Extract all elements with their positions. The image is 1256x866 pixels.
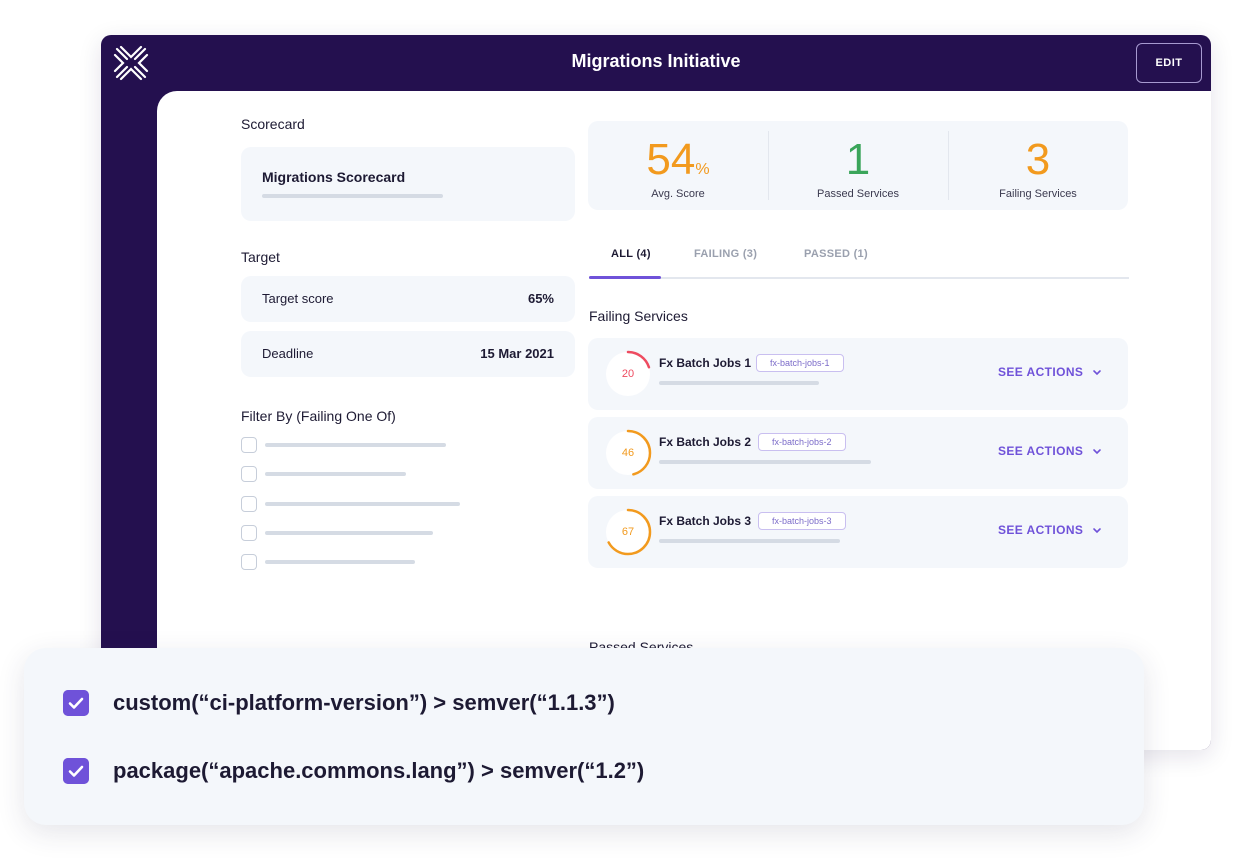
tab-passed[interactable]: PASSED (1) [804,248,868,260]
filter-checkbox[interactable] [241,437,257,453]
score-value: 67 [621,526,635,538]
score-value: 46 [621,447,635,459]
service-tag: fx-batch-jobs-3 [758,512,846,530]
service-name: Fx Batch Jobs 1 [659,356,752,370]
stats-panel: 54% Avg. Score 1 Passed Services 3 Faili… [588,121,1128,210]
target-label: Target [241,249,280,265]
filter-checkbox[interactable] [241,496,257,512]
deadline-key: Deadline [262,346,314,361]
score-value: 20 [621,368,635,380]
service-tabs: ALL (4) FAILING (3) PASSED (1) [589,245,1129,279]
filter-label: Filter By (Failing One Of) [241,408,396,424]
see-actions-button[interactable]: SEE ACTIONS [998,523,1083,537]
rule-text: custom(“ci-platform-version”) > semver(“… [113,690,615,715]
chevron-down-icon[interactable] [1092,527,1102,535]
target-score-row: Target score 65% [241,276,575,322]
skeleton-line [659,381,819,385]
skeleton-line [659,460,871,464]
deadline-row: Deadline 15 Mar 2021 [241,331,575,377]
passed-services-label: Passed Services [817,188,899,200]
rules-panel: custom(“ci-platform-version”) > semver(“… [24,648,1144,825]
service-row: 67 Fx Batch Jobs 3 fx-batch-jobs-3 SEE A… [588,496,1128,568]
chevron-down-icon[interactable] [1092,448,1102,456]
target-score-key: Target score [262,291,334,306]
failing-services-label: Failing Services [589,308,688,324]
skeleton-line [265,502,460,506]
service-tag: fx-batch-jobs-2 [758,433,846,451]
scorecard-name: Migrations Scorecard [262,169,406,185]
active-tab-indicator [589,276,661,279]
rule-text: package(“apache.commons.lang”) > semver(… [113,758,645,783]
scorecard-card[interactable]: Migrations Scorecard [241,147,575,221]
passed-services-value: 1 [845,135,871,184]
see-actions-button[interactable]: SEE ACTIONS [998,444,1083,458]
avg-score-label: Avg. Score [651,188,705,200]
chevron-down-icon[interactable] [1092,369,1102,377]
skeleton-line [659,539,840,543]
service-row: 46 Fx Batch Jobs 2 fx-batch-jobs-2 SEE A… [588,417,1128,489]
filter-checkbox[interactable] [241,466,257,482]
failing-services-label: Failing Services [999,188,1077,200]
passed-services-stat: 1 Passed Services [768,121,948,210]
service-row: 20 Fx Batch Jobs 1 fx-batch-jobs-1 SEE A… [588,338,1128,410]
service-name: Fx Batch Jobs 2 [659,435,752,449]
avg-score-stat: 54% Avg. Score [588,121,768,210]
failing-services-stat: 3 Failing Services [948,121,1128,210]
skeleton-line [265,443,446,447]
target-score-value: 65% [527,291,554,306]
deadline-value: 15 Mar 2021 [480,346,554,361]
filter-checkbox[interactable] [241,554,257,570]
tab-all[interactable]: ALL (4) [611,248,651,260]
scorecard-label: Scorecard [241,116,305,132]
app-window: Migrations Initiative EDIT Scorecard Mig… [101,35,1211,750]
percent-unit: % [695,161,710,178]
service-tag: fx-batch-jobs-1 [756,354,844,372]
see-actions-button[interactable]: SEE ACTIONS [998,365,1083,379]
tab-failing[interactable]: FAILING (3) [694,248,757,260]
edit-button[interactable]: EDIT [1136,43,1202,83]
page-title: Migrations Initiative [571,51,741,71]
skeleton-line [265,531,433,535]
failing-services-value: 3 [1025,135,1051,184]
service-name: Fx Batch Jobs 3 [659,514,752,528]
checkbox-checked-icon[interactable] [63,758,89,784]
filter-checkbox[interactable] [241,525,257,541]
skeleton-line [262,194,443,198]
skeleton-line [265,472,406,476]
avg-score-value: 54% [646,135,710,184]
top-bar: Migrations Initiative EDIT [101,35,1211,91]
checkbox-checked-icon[interactable] [63,690,89,716]
skeleton-line [265,560,415,564]
